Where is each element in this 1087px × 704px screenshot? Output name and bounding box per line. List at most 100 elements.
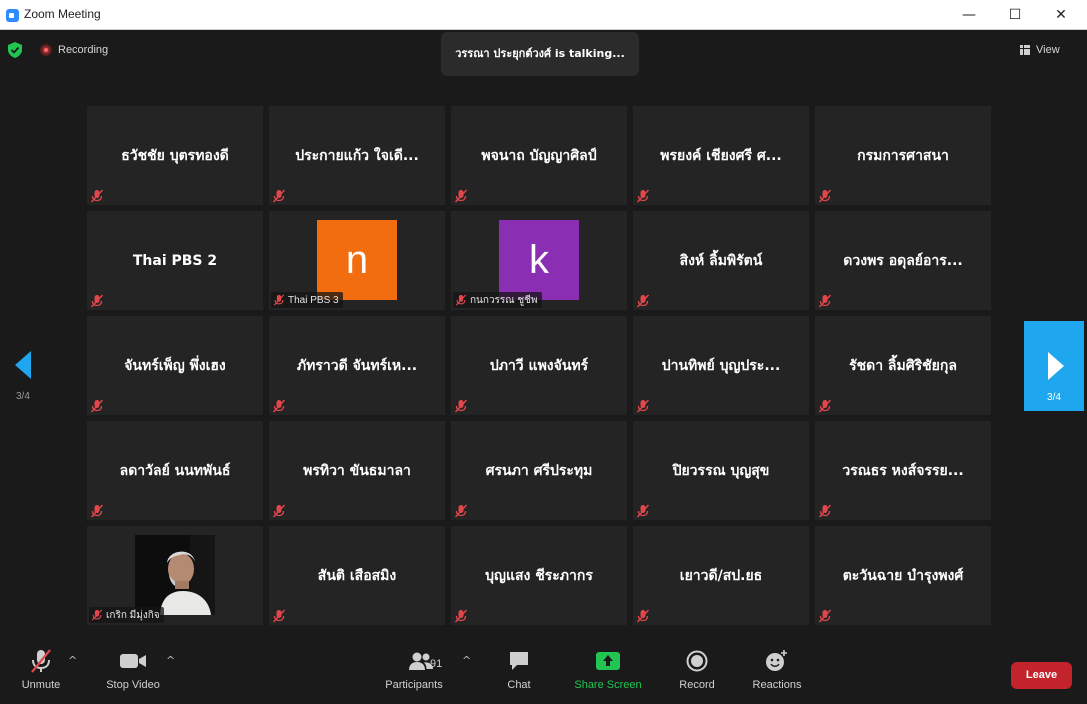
participant-tile[interactable]: รัชดา ลิ้มศิริชัยกุล — [815, 316, 991, 415]
reactions-button[interactable]: Reactions — [750, 648, 804, 698]
stop-video-label: Stop Video — [106, 679, 160, 691]
participant-tile[interactable]: ลดาวัลย์ นนทพันธ์ — [87, 421, 263, 520]
participant-name: พจนาถ บัญญาศิลป์ — [481, 147, 597, 164]
recording-indicator[interactable]: Recording — [40, 42, 108, 58]
participant-tile[interactable]: พรยงค์ เชียงศรี ศ... — [633, 106, 809, 205]
active-speaker-banner: วรรณา ประยุกต์วงศ์ is talking... — [441, 32, 639, 76]
muted-mic-icon — [90, 504, 104, 518]
gallery-grid: ธวัชชัย บุตรทองดี ประกายแก้ว ใจเดี... พจนา… — [87, 106, 991, 625]
muted-mic-icon — [818, 609, 832, 623]
participant-name: ธวัชชัย บุตรทองดี — [121, 147, 229, 164]
participants-button[interactable]: Participants — [383, 648, 445, 698]
audio-options-caret[interactable]: ^ — [68, 654, 77, 667]
muted-mic-icon — [272, 399, 286, 413]
video-options-caret[interactable]: ^ — [166, 654, 175, 667]
window-title: Zoom Meeting — [24, 7, 101, 21]
participant-tile[interactable]: ภัทราวดี จันทร์เห... — [269, 316, 445, 415]
mute-indicator — [454, 398, 468, 413]
minimize-button[interactable]: — — [946, 0, 992, 30]
muted-mic-icon — [454, 399, 468, 413]
participant-tile[interactable]: ตะวันฉาย บำรุงพงศ์ — [815, 526, 991, 625]
mute-indicator — [90, 293, 104, 308]
right-page-indicator: 3/4 — [1047, 392, 1061, 403]
mute-indicator — [272, 188, 286, 203]
participant-tile[interactable]: วรณธร หงส์จรรย... — [815, 421, 991, 520]
participant-tile[interactable]: ธวัชชัย บุตรทองดี — [87, 106, 263, 205]
previous-page-button[interactable]: 3/4 — [10, 350, 40, 410]
muted-mic-icon — [91, 609, 103, 621]
mute-indicator — [91, 609, 103, 621]
participant-tile[interactable]: Thai PBS 2 — [87, 211, 263, 310]
participant-name: ตะวันฉาย บำรุงพงศ์ — [842, 567, 964, 584]
leave-button[interactable]: Leave — [1011, 662, 1072, 689]
left-page-indicator: 3/4 — [16, 391, 30, 402]
mute-indicator — [636, 398, 650, 413]
participant-tile[interactable]: สันติ เสือสมิง — [269, 526, 445, 625]
close-button[interactable]: ✕ — [1038, 0, 1084, 30]
mute-indicator — [272, 608, 286, 623]
participant-tile[interactable]: พจนาถ บัญญาศิลป์ — [451, 106, 627, 205]
participant-tile[interactable]: จันทร์เพ็ญ พึ่งเฮง — [87, 316, 263, 415]
participant-tile[interactable]: ประกายแก้ว ใจเดี... — [269, 106, 445, 205]
participants-label: Participants — [385, 679, 443, 691]
participant-name: เยาวดี/สป.ยธ — [679, 567, 763, 584]
participant-name: พรทิวา ขันธมาลา — [303, 462, 411, 479]
mute-indicator — [455, 294, 467, 306]
muted-mic-icon — [90, 189, 104, 203]
participant-tile[interactable]: กรมการศาสนา — [815, 106, 991, 205]
muted-mic-icon — [636, 399, 650, 413]
chat-bubble-icon — [510, 652, 528, 670]
participant-tile[interactable]: ดวงพร อดุลย์อาร... — [815, 211, 991, 310]
participant-tile[interactable]: ปิยวรรณ บุญสุข — [633, 421, 809, 520]
maximize-button[interactable]: ☐ — [992, 0, 1038, 30]
grid-view-icon — [1020, 45, 1030, 55]
muted-mic-icon — [455, 294, 467, 306]
mute-indicator — [273, 294, 285, 306]
encryption-shield-icon[interactable] — [8, 42, 22, 58]
participant-name: Thai PBS 2 — [132, 252, 218, 269]
reactions-label: Reactions — [752, 679, 802, 691]
share-screen-button[interactable]: Share Screen — [571, 648, 645, 698]
participant-name: พรยงค์ เชียงศรี ศ... — [660, 147, 782, 164]
unmute-label: Unmute — [21, 679, 61, 691]
arrow-left-icon — [15, 351, 31, 379]
mute-indicator — [818, 188, 832, 203]
chat-button[interactable]: Chat — [499, 648, 539, 698]
participant-tile[interactable]: บุญแสง ชีระภากร — [451, 526, 627, 625]
participant-name: บุญแสง ชีระภากร — [485, 567, 593, 584]
muted-mic-icon — [454, 504, 468, 518]
participant-avatar: n — [317, 220, 397, 300]
participant-name: ปิยวรรณ บุญสุข — [672, 462, 770, 479]
muted-mic-icon — [636, 294, 650, 308]
chat-label: Chat — [507, 679, 531, 691]
stop-video-button[interactable]: Stop Video — [103, 648, 163, 698]
muted-mic-icon — [90, 399, 104, 413]
muted-mic-icon — [272, 504, 286, 518]
participant-tile[interactable]: สิงห์ ลิ้มพิรัตน์ — [633, 211, 809, 310]
participant-tile[interactable]: ปภาวี แพงจันทร์ — [451, 316, 627, 415]
muted-mic-icon — [636, 189, 650, 203]
participant-tile[interactable]: เกริก มีมุ่งกิจ — [87, 526, 263, 625]
participant-photo — [135, 535, 215, 615]
unmute-button[interactable]: Unmute — [18, 648, 64, 698]
participant-tile[interactable]: k กนกวรรณ ชูชีพ — [451, 211, 627, 310]
muted-mic-icon — [272, 609, 286, 623]
mute-indicator — [454, 608, 468, 623]
muted-mic-icon — [818, 504, 832, 518]
next-page-button[interactable]: 3/4 — [1024, 321, 1084, 411]
participant-tile[interactable]: ศรนภา ศรีประทุม — [451, 421, 627, 520]
participant-tile[interactable]: ปานทิพย์ บุญประ... — [633, 316, 809, 415]
participant-tile[interactable]: เยาวดี/สป.ยธ — [633, 526, 809, 625]
participant-video — [135, 535, 215, 615]
participant-tile[interactable]: n Thai PBS 3 — [269, 211, 445, 310]
view-button[interactable]: View — [1020, 39, 1060, 61]
participant-name: ศรนภา ศรีประทุม — [485, 462, 593, 479]
participant-tile[interactable]: พรทิวา ขันธมาลา — [269, 421, 445, 520]
mute-indicator — [818, 293, 832, 308]
mute-indicator — [818, 608, 832, 623]
mute-indicator — [90, 398, 104, 413]
mute-indicator — [272, 503, 286, 518]
participants-options-caret[interactable]: ^ — [462, 654, 471, 667]
mute-indicator — [90, 188, 104, 203]
record-button[interactable]: Record — [677, 648, 717, 698]
